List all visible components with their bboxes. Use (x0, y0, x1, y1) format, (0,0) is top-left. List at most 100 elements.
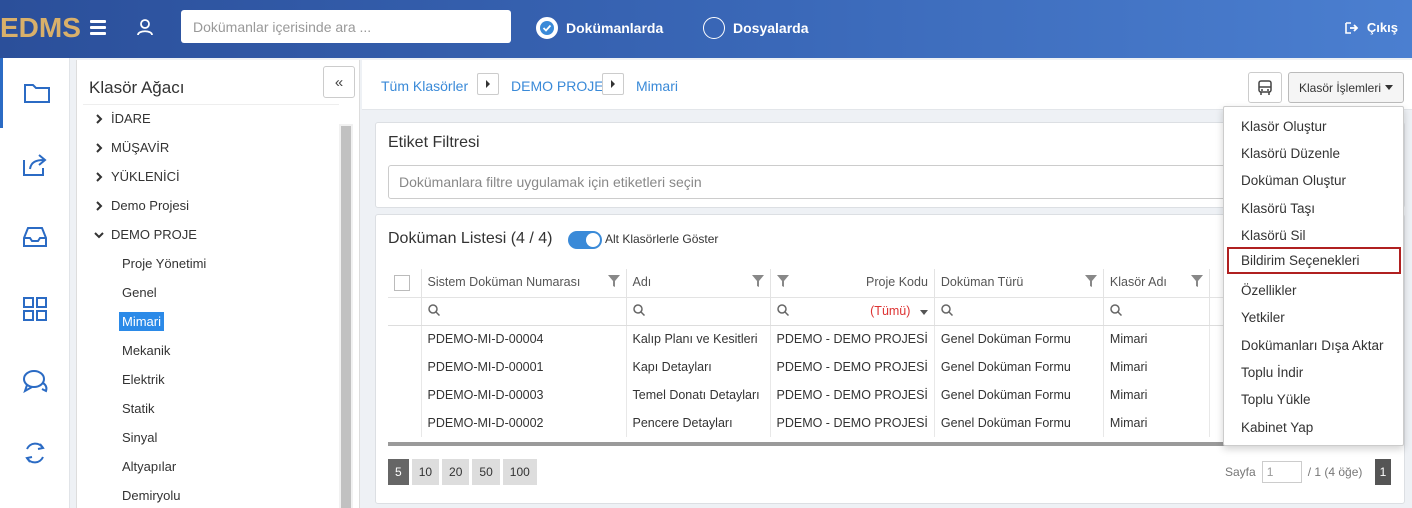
tree-item-sinyal[interactable]: Sinyal (122, 430, 157, 445)
hamburger-menu-icon[interactable] (90, 20, 106, 36)
cell-project: PDEMO - DEMO PROJESİ (770, 325, 935, 353)
filter-icon[interactable] (751, 275, 764, 290)
logout-button[interactable]: Çıkış (1345, 20, 1398, 35)
app-logo[interactable]: EDMS (0, 12, 81, 44)
page-size-option[interactable]: 50 (472, 459, 500, 485)
cell-folder: Mimari (1103, 325, 1210, 353)
breadcrumb-mimari[interactable]: Mimari (636, 78, 678, 94)
nav-dashboard[interactable] (0, 274, 70, 344)
select-all-cell (388, 269, 422, 298)
radio-checked-icon (536, 17, 558, 39)
radio-search-folders[interactable]: Dosyalarda (703, 16, 808, 40)
sync-icon (25, 442, 45, 464)
cell-type: Genel Doküman Formu (934, 409, 1104, 437)
global-search-input[interactable] (181, 10, 511, 43)
filter-folder-name[interactable] (1103, 297, 1210, 326)
logout-label: Çıkış (1366, 20, 1398, 35)
nav-share[interactable] (0, 130, 70, 200)
tree-item-musavir[interactable]: MÜŞAVİR (93, 140, 169, 155)
table-row[interactable]: PDEMO-MI-D-00001 Kapı Detayları PDEMO - … (388, 353, 1229, 381)
tree-item-label: Elektrik (122, 372, 165, 387)
select-all-checkbox[interactable] (394, 274, 410, 291)
filter-doc-type[interactable] (934, 297, 1104, 326)
filter-icon[interactable] (1190, 275, 1203, 290)
menu-item-export-documents[interactable]: Dokümanları Dışa Aktar (1224, 332, 1405, 359)
radio-documents-label: Dokümanlarda (566, 20, 664, 36)
tree-item-altyapilar[interactable]: Altyapılar (122, 459, 176, 474)
tree-item-label: Sinyal (122, 430, 158, 445)
tree-scroll-thumb[interactable] (341, 126, 351, 508)
menu-item-create-folder[interactable]: Klasör Oluştur (1224, 113, 1405, 140)
menu-item-permissions[interactable]: Yetkiler (1224, 304, 1405, 331)
radio-search-documents[interactable]: Dokümanlarda (536, 16, 663, 40)
column-header-system-no[interactable]: Sistem Doküman Numarası (421, 269, 627, 298)
filter-icon[interactable] (1084, 275, 1097, 290)
filter-icon[interactable] (607, 275, 620, 290)
menu-item-edit-folder[interactable]: Klasörü Düzenle (1224, 140, 1405, 167)
menu-item-make-cabinet[interactable]: Kabinet Yap (1224, 414, 1405, 441)
user-icon[interactable] (136, 18, 156, 38)
nav-inbox[interactable] (0, 202, 70, 272)
breadcrumb-caret-icon[interactable] (602, 73, 624, 95)
page-size-option[interactable]: 10 (411, 459, 440, 485)
menu-item-properties[interactable]: Özellikler (1224, 277, 1405, 304)
collapse-tree-button[interactable]: « (323, 66, 355, 98)
nav-messages[interactable] (0, 346, 70, 416)
column-header-project-code[interactable]: Proje Kodu (770, 269, 935, 298)
tree-item-mimari[interactable]: Mimari (119, 312, 164, 331)
tree-item-demo-projesi[interactable]: Demo Projesi (93, 198, 189, 213)
breadcrumb-demo-proje[interactable]: DEMO PROJE (511, 78, 604, 94)
filter-project-code[interactable]: (Tümü) (770, 297, 935, 326)
nav-sync[interactable] (0, 418, 70, 488)
transport-button[interactable] (1248, 72, 1282, 103)
caret-down-icon (919, 309, 928, 315)
menu-item-move-folder[interactable]: Klasörü Taşı (1224, 195, 1405, 222)
nav-folders[interactable] (0, 58, 70, 128)
column-header-name[interactable]: Adı (626, 269, 771, 298)
folder-operations-button[interactable]: Klasör İşlemleri (1288, 72, 1404, 103)
left-nav-rail (0, 58, 70, 508)
tree-item-demo-proje[interactable]: DEMO PROJE (93, 227, 197, 242)
column-header-doc-type[interactable]: Doküman Türü (934, 269, 1104, 298)
table-row[interactable]: PDEMO-MI-D-00002 Pencere Detayları PDEMO… (388, 409, 1229, 437)
table-row[interactable]: PDEMO-MI-D-00003 Temel Donatı Detayları … (388, 381, 1229, 409)
filter-system-no[interactable] (421, 297, 627, 326)
tree-item-statik[interactable]: Statik (122, 401, 155, 416)
tree-item-genel[interactable]: Genel (122, 285, 157, 300)
cell-type: Genel Doküman Formu (934, 381, 1104, 409)
table-horizontal-scrollbar[interactable] (388, 442, 1228, 446)
page-size-option[interactable]: 100 (502, 459, 537, 485)
tag-filter-input[interactable] (388, 165, 1248, 199)
page-size-option[interactable]: 20 (442, 459, 470, 485)
tree-item-label: Genel (122, 285, 157, 300)
tree-scrollbar[interactable] (339, 124, 353, 508)
filter-name[interactable] (626, 297, 771, 326)
tree-item-yuklenici[interactable]: YÜKLENİCİ (93, 169, 180, 184)
current-page-button[interactable]: 1 (1375, 459, 1391, 485)
column-header-folder-name[interactable]: Klasör Adı (1103, 269, 1210, 298)
tree-item-proje-yonetimi[interactable]: Proje Yönetimi (122, 256, 206, 271)
subfolders-toggle[interactable] (568, 231, 602, 249)
menu-item-bulk-upload[interactable]: Toplu Yükle (1224, 386, 1405, 413)
folder-operations-label: Klasör İşlemleri (1298, 80, 1382, 95)
breadcrumb: Tüm Klasörler DEMO PROJE Mimari Klasör İ… (362, 60, 1412, 110)
filter-icon[interactable] (776, 275, 789, 290)
tree-item-idare[interactable]: İDARE (93, 111, 151, 126)
tag-filter-title: Etiket Filtresi (388, 134, 480, 151)
cell-project: PDEMO - DEMO PROJESİ (770, 381, 935, 409)
cell-name: Kapı Detayları (626, 353, 771, 381)
menu-item-create-document[interactable]: Doküman Oluştur (1224, 167, 1405, 194)
tree-item-demiryolu[interactable]: Demiryolu (122, 488, 181, 503)
breadcrumb-all-folders[interactable]: Tüm Klasörler (381, 78, 468, 94)
breadcrumb-caret-icon[interactable] (477, 73, 499, 95)
page-number-input[interactable] (1261, 461, 1302, 483)
menu-item-bulk-download[interactable]: Toplu İndir (1224, 359, 1405, 386)
menu-item-delete-folder[interactable]: Klasörü Sil (1224, 222, 1405, 249)
page-size-option[interactable]: 5 (388, 459, 409, 485)
tree-item-elektrik[interactable]: Elektrik (122, 372, 165, 387)
table-row[interactable]: PDEMO-MI-D-00004 Kalıp Planı ve Kesitler… (388, 325, 1229, 353)
cell-project: PDEMO - DEMO PROJESİ (770, 409, 935, 437)
menu-item-notification-options[interactable]: Bildirim Seçenekleri (1227, 247, 1401, 274)
chevron-right-icon (93, 171, 105, 182)
tree-item-mekanik[interactable]: Mekanik (122, 343, 170, 358)
